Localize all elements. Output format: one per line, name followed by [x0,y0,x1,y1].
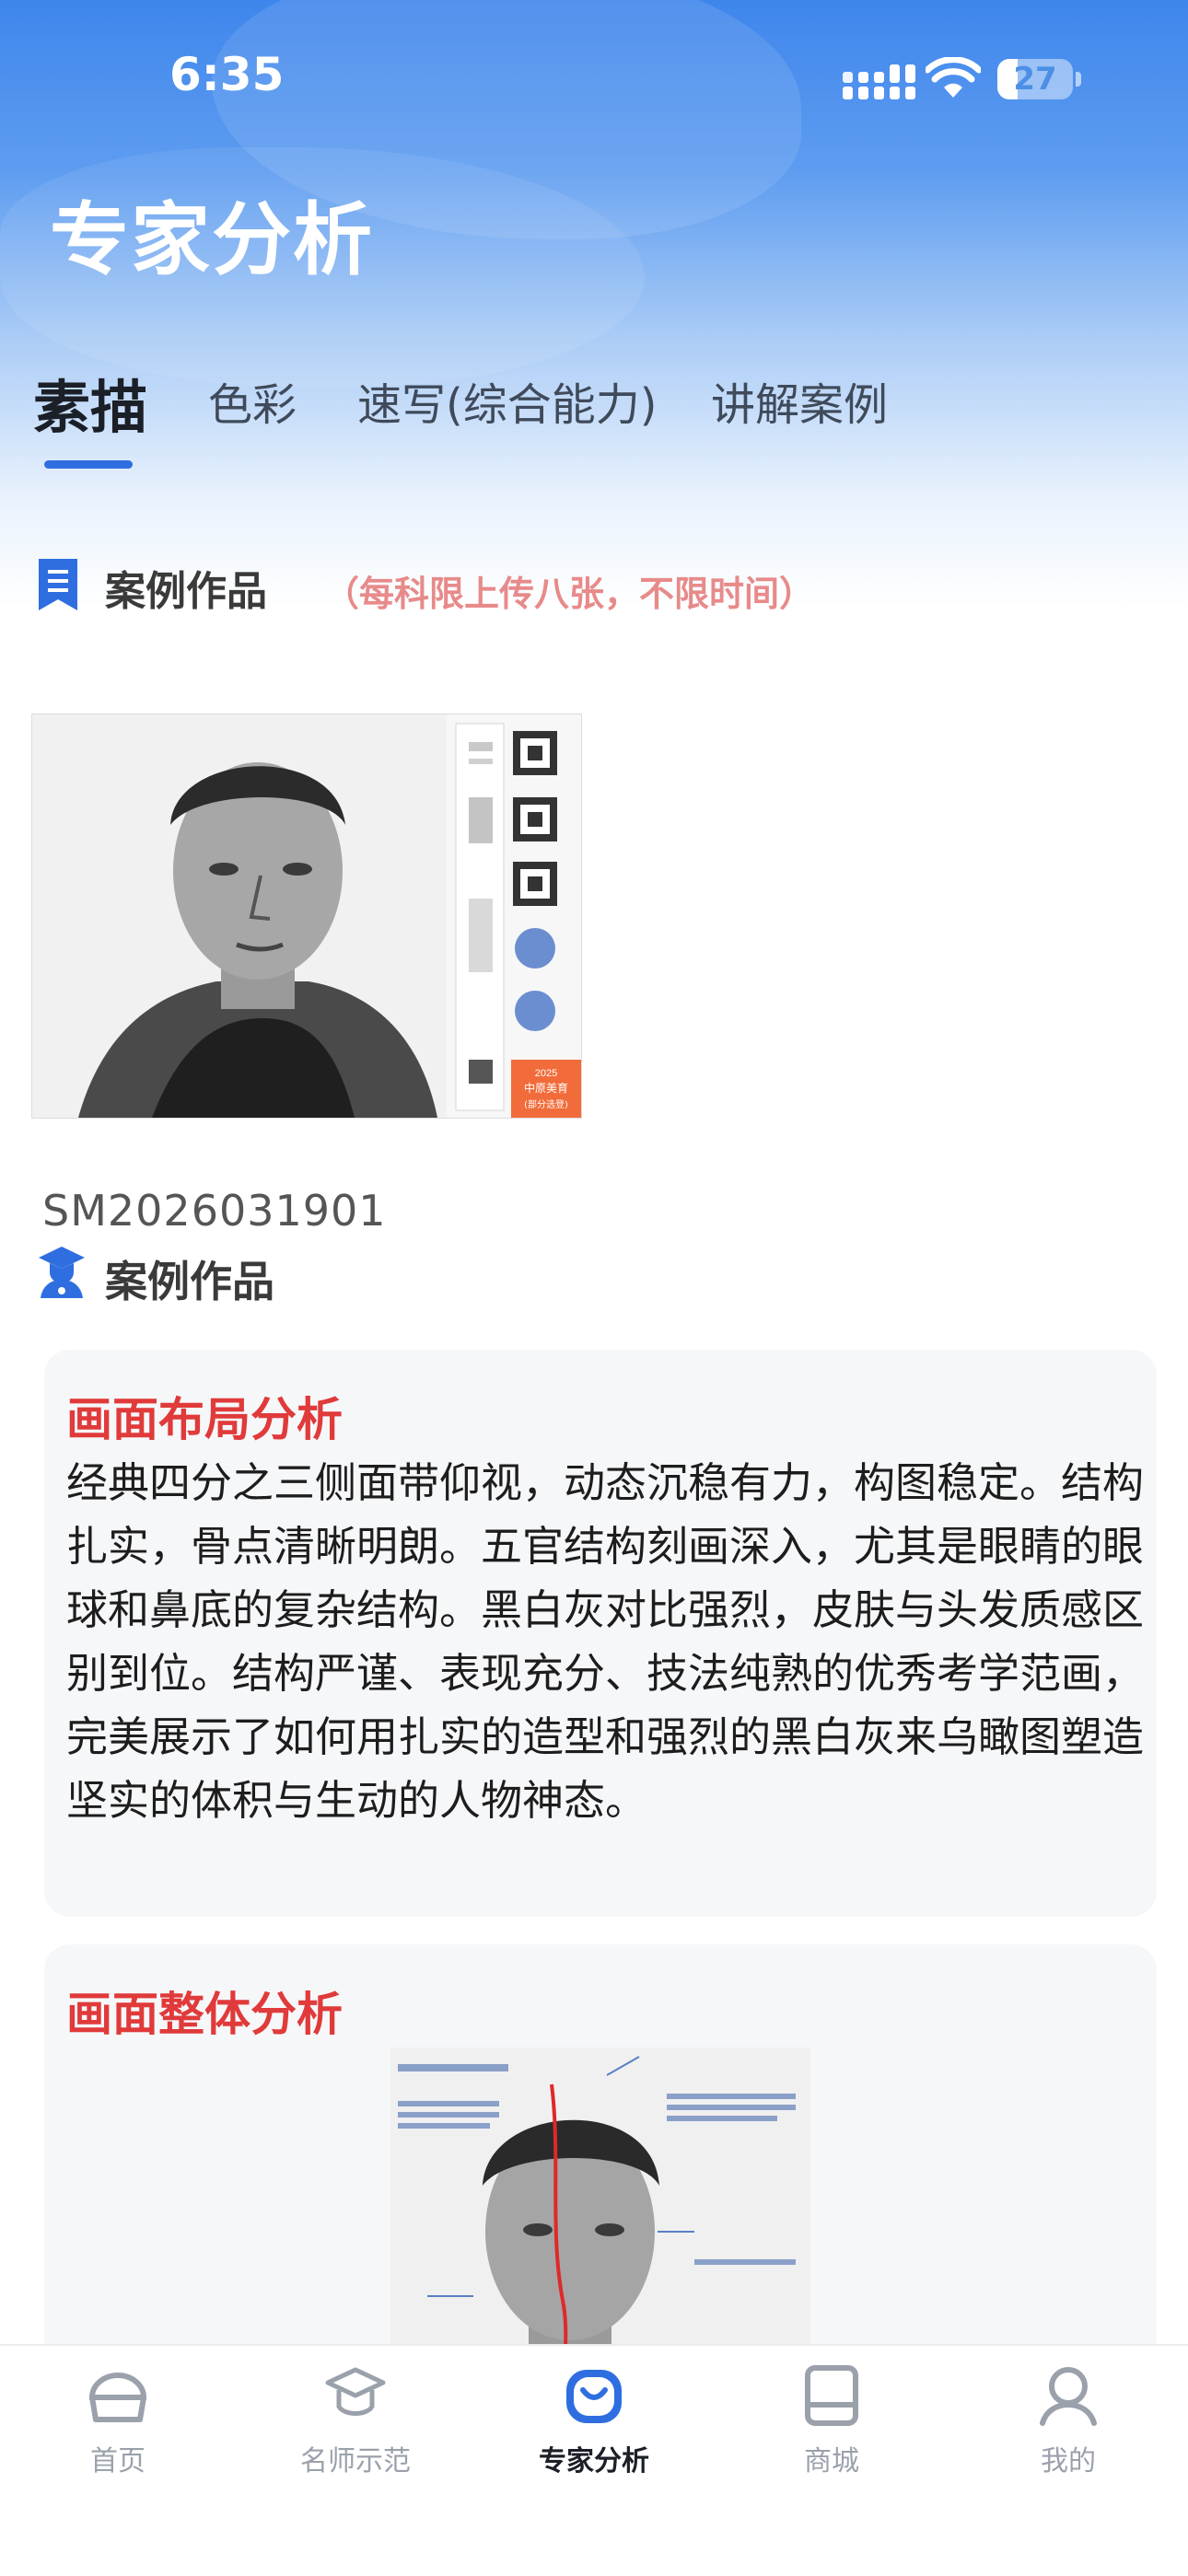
tab-explain-cases[interactable]: 讲解案例 [711,368,888,433]
bottom-tab-bar: 首页 名师示范 专家分析 商城 我的 [0,2344,1188,2576]
tabbar-label-profile: 我的 [1041,2445,1096,2477]
case-id: SM2026031901 [42,1186,387,1236]
status-time: 6:35 [169,48,285,101]
battery-cap [1076,72,1081,87]
active-tab-indicator [44,460,133,469]
battery-percentage: 27 [1013,61,1057,98]
tabbar-label-expert-analysis: 专家分析 [539,2445,649,2477]
tabbar-item-teacher-demo[interactable]: 名师示范 [263,2364,448,2502]
tabbar-item-expert-analysis[interactable]: 专家分析 [502,2364,686,2502]
layout-analysis-title: 画面布局分析 [66,1393,343,1446]
tab-sketch[interactable]: 素描 [33,361,147,444]
layout-analysis-card: 画面布局分析 经典四分之三侧面带仰视，动态沉稳有力，构图稳定。结构扎实，骨点清晰… [44,1350,1157,1917]
case-label: 案例作品 [105,1257,274,1306]
tab-color[interactable]: 色彩 [208,368,297,433]
section-note: （每科限上传八张，不限时间） [324,574,815,614]
book-icon [805,2365,858,2426]
tabbar-label-mall: 商城 [804,2445,859,2477]
cellular-signal-icon [843,64,915,99]
graduation-cap-icon [325,2367,386,2416]
tab-quick-sketch[interactable]: 速写(综合能力) [357,368,657,433]
tabbar-label-teacher-demo: 名师示范 [300,2445,411,2477]
tabbar-item-mall[interactable]: 商城 [740,2364,924,2502]
badge-year: 2025 [535,1068,557,1079]
wifi-icon [926,57,981,98]
page-title: 专家分析 [50,194,374,286]
tabbar-item-profile[interactable]: 我的 [976,2364,1160,2502]
bookmark-list-icon [39,559,77,610]
badge-text: 中原美育 [524,1081,568,1095]
layout-analysis-body: 经典四分之三侧面带仰视，动态沉稳有力，构图稳定。结构扎实，骨点清晰明朗。五官结构… [66,1458,1145,1825]
user-icon [1040,2367,1097,2426]
sketch-portrait-image: 2025 中原美育 (部分选登) [32,714,581,1118]
section-title: 案例作品 [105,568,267,615]
overall-analysis-title: 画面整体分析 [66,1988,343,2041]
category-tabs: 素描 色彩 速写(综合能力) 讲解案例 [0,368,1188,470]
home-icon [88,2373,147,2422]
tabbar-label-home: 首页 [90,2445,146,2477]
analysis-bag-icon [566,2370,622,2423]
battery-indicator: 27 [997,59,1073,99]
student-icon [39,1247,85,1298]
tabbar-item-home[interactable]: 首页 [26,2364,210,2502]
badge-sub: (部分选登) [524,1098,568,1110]
case-thumbnail[interactable]: 2025 中原美育 (部分选登) [31,714,582,1119]
